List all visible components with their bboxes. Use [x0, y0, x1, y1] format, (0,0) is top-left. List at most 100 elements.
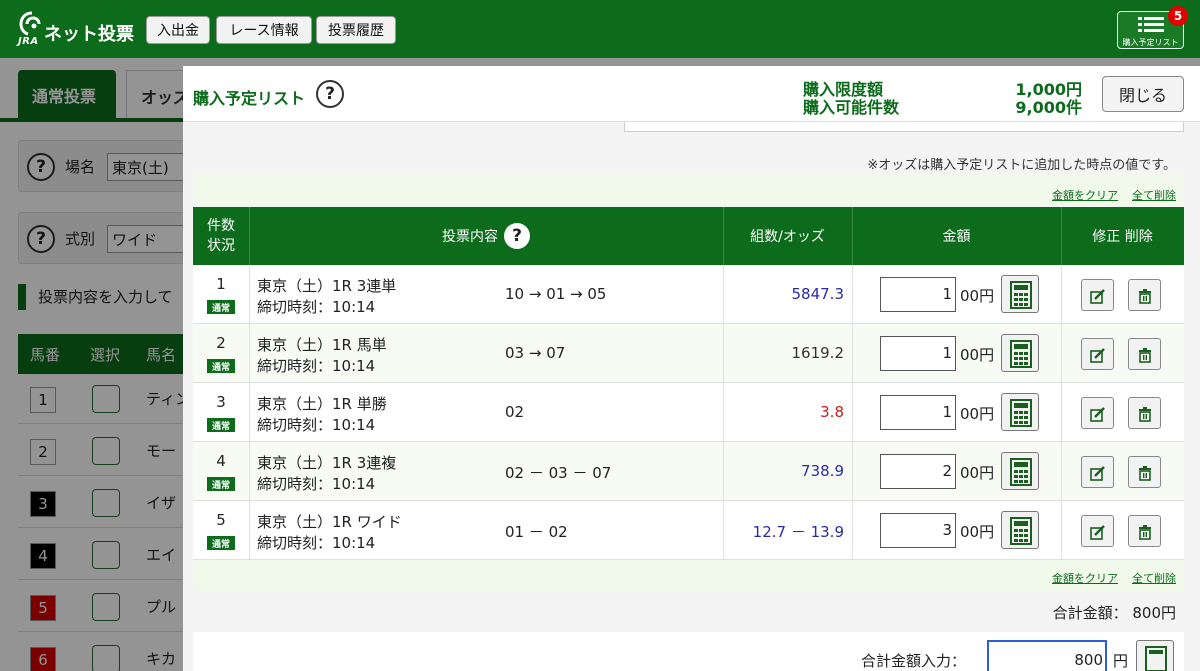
calculator-icon: [1010, 517, 1032, 545]
edit-icon: [1090, 407, 1105, 422]
vote-history-button[interactable]: 投票履歴: [316, 16, 396, 44]
cell-divider: [852, 442, 853, 501]
total-input-row: 合計金額入力： 800 円: [193, 632, 1184, 671]
row-number: 3: [216, 393, 226, 411]
cell-divider: [852, 383, 853, 442]
amount-input[interactable]: 1: [880, 336, 956, 371]
clear-amount-link[interactable]: 金額をクリア: [1052, 570, 1118, 586]
edit-icon: [1090, 348, 1105, 363]
edit-icon: [1090, 289, 1105, 304]
amount-input[interactable]: 2: [880, 454, 956, 489]
amount-input[interactable]: 1: [880, 277, 956, 312]
purchase-table-header: 件数 状況 投票内容 ? 組数/オッズ 金額 修正 削除: [193, 207, 1184, 265]
count-header-label: 件数: [207, 218, 235, 234]
status-tag: 通常: [207, 359, 235, 373]
trash-icon: [1139, 525, 1151, 540]
calculator-button[interactable]: [1136, 640, 1174, 671]
calculator-button[interactable]: [1001, 275, 1039, 313]
total-amount-input[interactable]: 800: [987, 640, 1107, 671]
modal-header: 購入予定リスト ? 購入限度額 購入可能件数 1,000円 9,000件 閉じる: [183, 66, 1200, 122]
edit-button[interactable]: [1081, 279, 1114, 311]
calculator-icon: [1010, 340, 1032, 368]
help-icon[interactable]: ?: [316, 80, 344, 108]
trash-icon: [1139, 348, 1151, 363]
amount-unit: 00円: [960, 346, 995, 364]
delete-button[interactable]: [1128, 279, 1161, 311]
edit-icon: [1090, 525, 1105, 540]
cell-divider: [852, 324, 853, 383]
delete-all-link[interactable]: 全て削除: [1132, 187, 1176, 203]
calculator-button[interactable]: [1001, 452, 1039, 490]
row-number: 2: [216, 334, 226, 352]
purchase-row: 3 通常 東京（土）1R 単勝 締切時刻：10:14 02 3.8 1 00円: [193, 383, 1184, 442]
status-tag: 通常: [207, 536, 235, 550]
top-action-strip: 金額をクリア 全て削除: [193, 173, 1184, 206]
trash-icon: [1139, 407, 1151, 422]
cell-divider: [1061, 442, 1062, 501]
list-icon: [1138, 17, 1164, 32]
amount-input[interactable]: 1: [880, 395, 956, 430]
odds-value: 5847.3: [791, 285, 845, 303]
calculator-button[interactable]: [1001, 393, 1039, 431]
bet-combination: 01 － 02: [505, 523, 568, 541]
amount-unit: 00円: [960, 523, 995, 541]
status-tag: 通常: [207, 418, 235, 432]
help-icon[interactable]: ?: [504, 223, 530, 249]
cell-divider: [852, 265, 853, 324]
cell-divider: [1061, 265, 1062, 324]
deposit-button[interactable]: 入出金: [146, 16, 210, 44]
amount-input[interactable]: 3: [880, 513, 956, 548]
cell-divider: [249, 442, 250, 501]
total-bar: 合計金額： 800円: [193, 591, 1184, 631]
calculator-icon: [1010, 281, 1032, 309]
total-amount-value: 800円: [1132, 604, 1176, 622]
purchase-row: 5 通常 東京（土）1R ワイド 締切時刻：10:14 01 － 02 12.7 － 13…: [193, 501, 1184, 560]
trash-icon: [1139, 466, 1151, 481]
cell-divider: [249, 265, 250, 324]
total-input-unit: 円: [1113, 652, 1129, 670]
race-info-button[interactable]: レース情報: [216, 16, 312, 44]
delete-button[interactable]: [1128, 515, 1161, 547]
cell-divider: [1061, 501, 1062, 560]
odds-value: 3.8: [820, 403, 844, 421]
calculator-button[interactable]: [1001, 511, 1039, 549]
purchase-list-count-badge: 5: [1168, 6, 1188, 26]
clear-amount-link[interactable]: 金額をクリア: [1052, 187, 1118, 203]
edit-button[interactable]: [1081, 397, 1114, 429]
logo-jra-text: JRA: [18, 36, 39, 47]
purchase-row: 4 通常 東京（土）1R 3連複 締切時刻：10:14 02 － 03 － 07 738.…: [193, 442, 1184, 501]
total-input-label: 合計金額入力：: [861, 652, 967, 670]
edit-icon: [1090, 466, 1105, 481]
cell-divider: [249, 501, 250, 560]
delete-all-link[interactable]: 全て削除: [1132, 570, 1176, 586]
edit-button[interactable]: [1081, 515, 1114, 547]
purchase-row: 2 通常 東京（土）1R 馬単 締切時刻：10:14 03 → 07 1619.2 1 00円: [193, 324, 1184, 383]
odds-value: 12.7 － 13.9: [752, 523, 844, 541]
race-info: 東京（土）1R 3連単: [257, 277, 397, 295]
logo-text: ネット投票: [44, 24, 134, 45]
deadline-time: 締切時刻：10:14: [257, 416, 376, 434]
partial-panel-edge: [624, 122, 1184, 132]
total-amount-label: 合計金額：: [1052, 604, 1128, 622]
odds-header: 組数/オッズ: [750, 229, 825, 245]
purchase-list-button-label: 購入予定リスト: [1122, 38, 1179, 47]
amount-unit: 00円: [960, 405, 995, 423]
status-tag: 通常: [207, 477, 235, 491]
jra-logo[interactable]: JRA ネット投票: [16, 10, 136, 50]
odds-value: 738.9: [801, 462, 844, 480]
edit-button[interactable]: [1081, 456, 1114, 488]
delete-button[interactable]: [1128, 338, 1161, 370]
edit-delete-header: 修正 削除: [1092, 229, 1153, 245]
deadline-time: 締切時刻：10:14: [257, 534, 376, 552]
status-header-label: 状況: [207, 238, 235, 254]
modal-title: 購入予定リスト: [193, 89, 306, 108]
row-number: 5: [216, 511, 226, 529]
edit-button[interactable]: [1081, 338, 1114, 370]
delete-button[interactable]: [1128, 397, 1161, 429]
bet-combination: 10 → 01 → 05: [505, 285, 607, 303]
trash-icon: [1139, 289, 1151, 304]
close-button[interactable]: 閉じる: [1102, 76, 1184, 112]
calculator-button[interactable]: [1001, 334, 1039, 372]
delete-button[interactable]: [1128, 456, 1161, 488]
limit-count-value: 9,000件: [1015, 98, 1082, 117]
